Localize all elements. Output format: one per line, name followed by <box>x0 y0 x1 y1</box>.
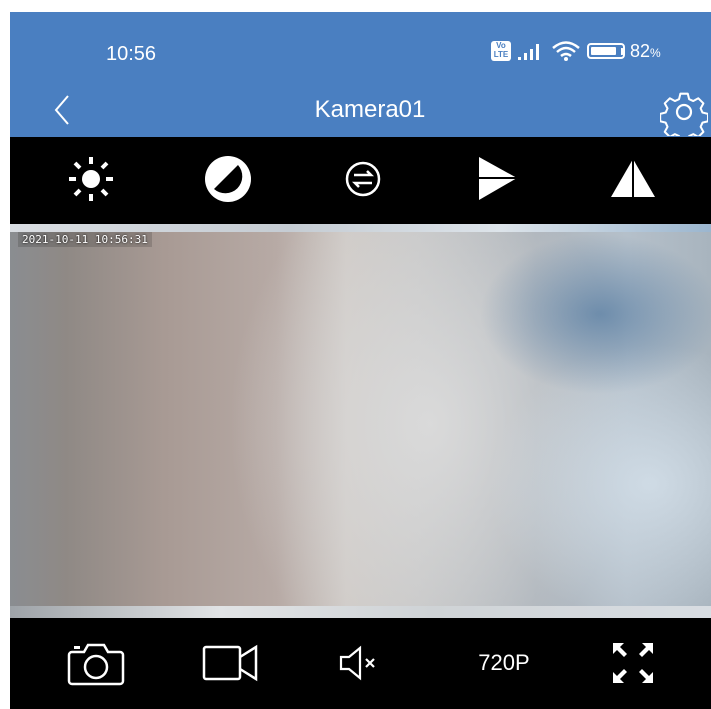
video-edge-bottom <box>10 606 711 618</box>
image-settings-toolbar <box>10 137 711 224</box>
record-button[interactable] <box>196 638 266 688</box>
battery-icon <box>587 43 625 59</box>
flip-button[interactable] <box>338 154 388 204</box>
settings-gear-icon[interactable] <box>660 88 708 136</box>
brightness-button[interactable] <box>66 154 116 204</box>
video-record-icon <box>202 644 258 682</box>
flip-icon <box>345 161 381 197</box>
playback-controls: 720P <box>10 618 711 709</box>
page-title: Kamera01 <box>314 96 426 123</box>
play-button[interactable] <box>472 154 522 204</box>
app-header: 10:56 Vo LTE 82% Kamera01 <box>10 12 711 137</box>
contrast-icon <box>205 156 251 202</box>
camera-video-feed[interactable]: 2021-10-11 10:56:31 <box>10 224 711 618</box>
video-edge-top <box>10 224 711 232</box>
video-timestamp: 2021-10-11 10:56:31 <box>18 232 152 247</box>
mirror-icon <box>611 159 655 197</box>
wifi-icon <box>552 41 580 61</box>
brightness-icon <box>69 157 113 201</box>
mute-button[interactable] <box>335 638 385 688</box>
back-button[interactable] <box>46 90 82 130</box>
camera-icon <box>67 643 125 686</box>
signal-icon <box>518 44 539 60</box>
volte-icon: Vo LTE <box>491 41 511 61</box>
fullscreen-button[interactable] <box>606 638 660 688</box>
speaker-muted-icon <box>339 645 375 681</box>
resolution-button[interactable]: 720P <box>464 638 544 688</box>
play-icon <box>479 157 517 200</box>
battery-percent: 82% <box>630 40 661 61</box>
camera-live-view: 10:56 Vo LTE 82% Kamera01 2021-10-11 10:… <box>0 0 711 709</box>
fullscreen-icon <box>613 643 653 683</box>
status-time: 10:56 <box>106 43 157 65</box>
snapshot-button[interactable] <box>64 638 128 688</box>
contrast-button[interactable] <box>203 154 253 204</box>
mirror-button[interactable] <box>608 154 658 204</box>
status-icons: Vo LTE 82% <box>491 40 661 62</box>
